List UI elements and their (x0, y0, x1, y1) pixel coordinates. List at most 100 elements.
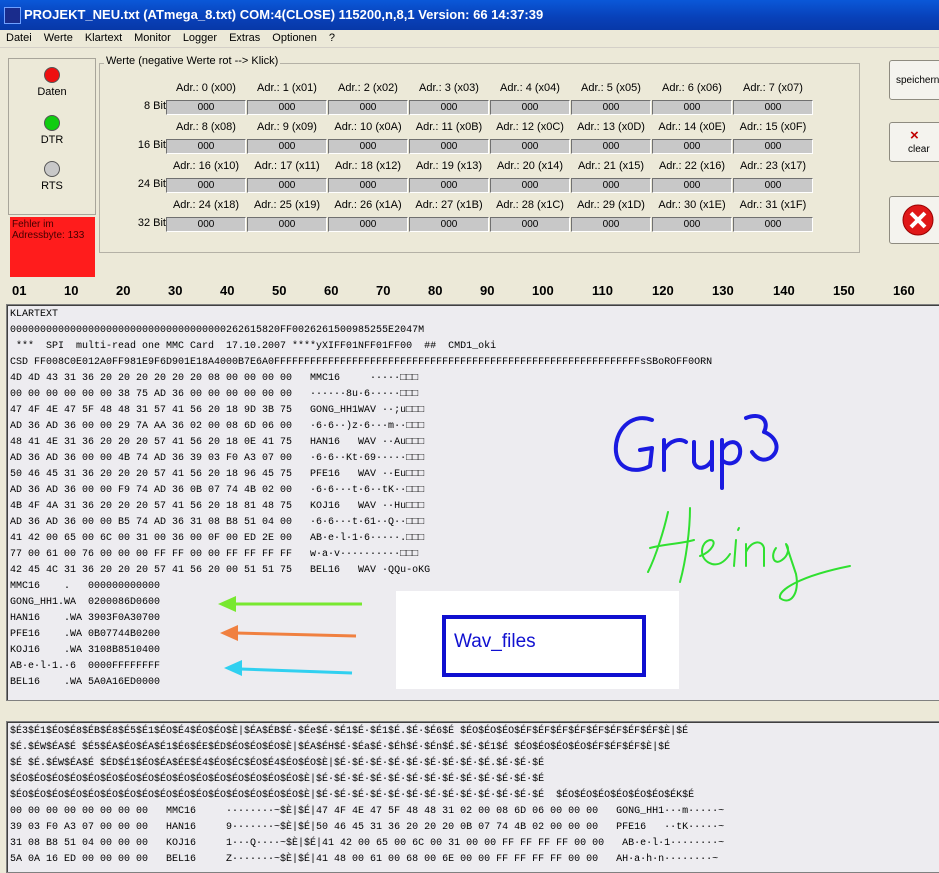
address-label: Adr.: 26 (x1A) (334, 199, 402, 211)
value-field[interactable]: 000 (733, 139, 813, 154)
address-label: Adr.: 12 (x0C) (496, 121, 564, 133)
scale-tick: 70 (376, 283, 391, 298)
value-field[interactable]: 000 (733, 217, 813, 232)
klartext-line: AD 36 AD 36 00 00 B5 74 AD 36 31 08 B8 5… (10, 517, 425, 528)
hex-dump-line: 00 00 00 00 00 00 00 00 MMC16 ········~$… (10, 806, 725, 817)
address-label: Adr.: 1 (x01) (257, 82, 317, 94)
bit-row-label: 24 Bit (137, 178, 166, 190)
hex-dump-line: 5A 0A 16 ED 00 00 00 00 BEL16 Z·······~$… (10, 854, 719, 865)
scale-tick: 160 (893, 283, 915, 298)
address-label: Adr.: 9 (x09) (257, 121, 317, 133)
value-field[interactable]: 000 (571, 100, 651, 115)
klartext-line: KLARTEXT (10, 309, 59, 320)
bit-row-label: 32 Bit (137, 217, 166, 229)
value-field[interactable]: 000 (166, 178, 246, 193)
address-label: Adr.: 4 (x04) (500, 82, 560, 94)
clear-button[interactable]: × clear (889, 122, 939, 162)
menu-help[interactable]: ? (323, 30, 341, 47)
hex-dump-line: $ÉO$ÉO$ÉO$ÉO$ÉO$ÉO$ÉO$ÉO$ÉO$ÉO$ÉO$ÉO$ÉO$… (10, 790, 695, 801)
hex-dump-line: $ÉO$ÉO$ÉO$ÉO$ÉO$ÉO$ÉO$ÉO$ÉO$ÉO$ÉO$ÉO$ÉO$… (10, 774, 545, 785)
value-field[interactable]: 000 (571, 178, 651, 193)
menu-klartext[interactable]: Klartext (79, 30, 128, 47)
led-daten-icon (44, 67, 60, 83)
close-circle-icon (902, 204, 934, 236)
value-field[interactable]: 000 (490, 139, 570, 154)
value-field[interactable]: 000 (409, 100, 489, 115)
klartext-line: 4D 4D 43 31 36 20 20 20 20 20 20 08 00 0… (10, 373, 419, 384)
scale-tick: 130 (712, 283, 734, 298)
value-field[interactable]: 000 (328, 217, 408, 232)
klartext-line: 0000000000000000000000000000000000002626… (10, 325, 425, 336)
value-field[interactable]: 000 (247, 100, 327, 115)
save-button[interactable]: speichern (889, 60, 939, 100)
klartext-line: HAN16 .WA 3903F0A30700 (10, 613, 161, 624)
klartext-line: CSD FF008C0E012A0FF981E9F6D901E18A4000B7… (10, 357, 713, 368)
scale-tick: 30 (168, 283, 183, 298)
value-field[interactable]: 000 (166, 100, 246, 115)
address-label: Adr.: 6 (x06) (662, 82, 722, 94)
value-field[interactable]: 000 (328, 139, 408, 154)
value-field[interactable]: 000 (490, 217, 570, 232)
value-field[interactable]: 000 (409, 217, 489, 232)
menu-optionen[interactable]: Optionen (266, 30, 323, 47)
led-dtr-label: DTR (40, 134, 64, 146)
value-field[interactable]: 000 (247, 139, 327, 154)
wav-files-annotation: Wav_files (442, 615, 646, 677)
klartext-line: AB·e·l·1.·6 0000FFFFFFFF (10, 661, 161, 672)
value-field[interactable]: 000 (652, 139, 732, 154)
hex-dump-line: $É $É.$ÉW$ÉA$É $ÉD$É1$ÉO$ÉA$ÉE$É4$ÉO$ÉC$… (10, 758, 545, 769)
value-field[interactable]: 000 (409, 139, 489, 154)
value-field[interactable]: 000 (247, 178, 327, 193)
value-field[interactable]: 000 (166, 217, 246, 232)
scale-tick: 90 (480, 283, 495, 298)
value-field[interactable]: 000 (652, 217, 732, 232)
value-field[interactable]: 000 (571, 217, 651, 232)
value-field[interactable]: 000 (409, 178, 489, 193)
value-field[interactable]: 000 (247, 217, 327, 232)
value-field[interactable]: 000 (490, 178, 570, 193)
value-field[interactable]: 000 (490, 100, 570, 115)
address-label: Adr.: 22 (x16) (658, 160, 726, 172)
status-led-panel: Daten DTR RTS (8, 58, 96, 215)
clear-x-icon: × (910, 127, 919, 144)
value-field[interactable]: 000 (733, 100, 813, 115)
scale-tick: 40 (220, 283, 235, 298)
close-button[interactable] (889, 196, 939, 244)
value-field[interactable]: 000 (328, 100, 408, 115)
value-field[interactable]: 000 (652, 178, 732, 193)
menu-extras[interactable]: Extras (223, 30, 266, 47)
klartext-line: *** SPI multi-read one MMC Card 17.10.20… (10, 341, 497, 352)
menu-monitor[interactable]: Monitor (128, 30, 177, 47)
value-field[interactable]: 000 (733, 178, 813, 193)
klartext-line: BEL16 .WA 5A0A16ED0000 (10, 677, 161, 688)
hex-dump-panel[interactable]: $É3$É1$ÉO$É8$ÉB$É8$É5$É1$ÉO$É4$ÉO$ÉO$È|$… (6, 721, 939, 873)
address-label: Adr.: 17 (x11) (254, 160, 320, 172)
menu-logger[interactable]: Logger (177, 30, 223, 47)
klartext-line: AD 36 AD 36 00 00 F9 74 AD 36 0B 07 74 4… (10, 485, 425, 496)
address-label: Adr.: 29 (x1D) (577, 199, 645, 211)
title-bar[interactable]: PROJEKT_NEU.txt (ATmega_8.txt) COM:4(CLO… (0, 0, 939, 30)
value-field[interactable]: 000 (652, 100, 732, 115)
address-label: Adr.: 11 (x0B) (415, 121, 483, 133)
address-label: Adr.: 30 (x1E) (658, 199, 726, 211)
scale-tick: 01 (12, 283, 27, 298)
address-label: Adr.: 3 (x03) (419, 82, 479, 94)
wav-files-label: Wav_files (454, 631, 536, 652)
klartext-line: 42 45 4C 31 36 20 20 20 57 41 56 20 00 5… (10, 565, 431, 576)
address-label: Adr.: 14 (x0E) (658, 121, 726, 133)
address-label: Adr.: 19 (x13) (415, 160, 483, 172)
menu-werte[interactable]: Werte (38, 30, 79, 47)
address-label: Adr.: 27 (x1B) (415, 199, 483, 211)
bit-row-label: 8 Bit (143, 100, 166, 112)
klartext-line: 47 4F 4E 47 5F 48 48 31 57 41 56 20 18 9… (10, 405, 425, 416)
value-field[interactable]: 000 (328, 178, 408, 193)
address-label: Adr.: 28 (x1C) (496, 199, 564, 211)
address-label: Adr.: 18 (x12) (334, 160, 402, 172)
menu-datei[interactable]: Datei (0, 30, 38, 47)
hex-dump-line: 39 03 F0 A3 07 00 00 00 HAN16 9·······~$… (10, 822, 725, 833)
address-label: Adr.: 8 (x08) (176, 121, 236, 133)
address-label: Adr.: 20 (x14) (496, 160, 564, 172)
led-daten-label: Daten (37, 86, 67, 98)
value-field[interactable]: 000 (571, 139, 651, 154)
value-field[interactable]: 000 (166, 139, 246, 154)
